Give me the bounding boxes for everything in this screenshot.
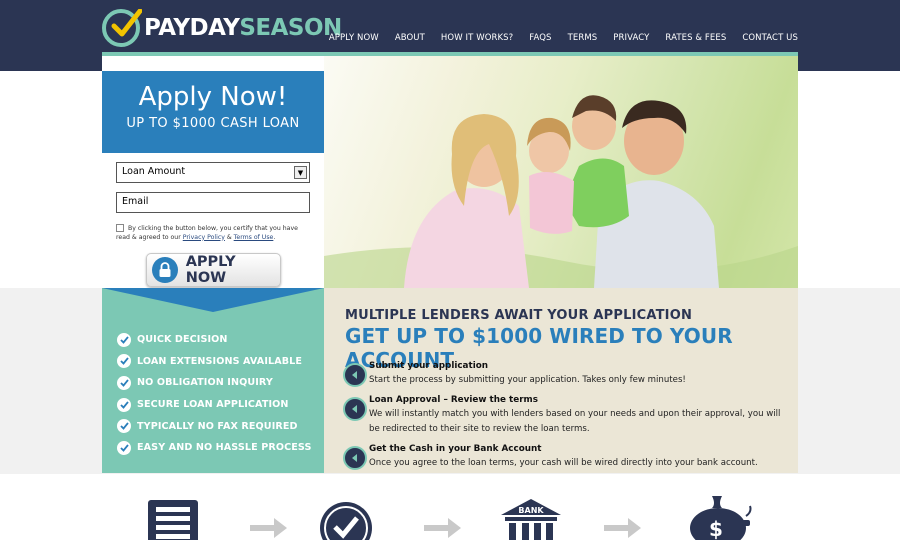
form-title: Apply Now! <box>138 82 288 112</box>
benefit-label: EASY AND NO HASSLE PROCESS <box>137 442 312 454</box>
check-icon <box>117 419 131 434</box>
process-icons: BANK $ <box>0 474 900 540</box>
benefit-label: QUICK DECISION <box>137 334 228 346</box>
bank-icon: BANK <box>500 498 562 540</box>
svg-text:$: $ <box>709 517 723 540</box>
nav-privacy[interactable]: PRIVACY <box>613 33 649 43</box>
benefit-label: LOAN EXTENSIONS AVAILABLE <box>137 355 303 367</box>
nav-terms[interactable]: TERMS <box>568 33 598 43</box>
main-nav: APPLY NOW ABOUT HOW IT WORKS? FAQS TERMS… <box>313 33 798 43</box>
benefit-label: NO OBLIGATION INQUIRY <box>137 377 273 389</box>
logo-check-icon <box>102 9 142 47</box>
checkmark-icon <box>318 500 374 540</box>
application-form: Apply Now! UP TO $1000 CASH LOAN Loan Am… <box>102 71 324 288</box>
consent-text: By clicking the button below, you certif… <box>116 224 312 242</box>
bank-label: BANK <box>518 506 544 515</box>
email-field[interactable]: Email <box>116 192 310 213</box>
arrow-right-icon <box>424 516 462 540</box>
apply-now-button[interactable]: APPLY NOW <box>146 253 281 287</box>
consent-checkbox[interactable] <box>116 224 124 232</box>
consent-period: . <box>273 233 276 241</box>
nav-apply-now[interactable]: APPLY NOW <box>329 33 379 43</box>
email-placeholder: Email <box>122 196 149 207</box>
consent-amp: & <box>226 233 232 241</box>
step-title: Get the Cash in your Bank Account <box>369 444 542 454</box>
arrow-left-icon <box>343 397 367 421</box>
benefit-label: SECURE LOAN APPLICATION <box>137 399 289 411</box>
benefit-item: NO OBLIGATION INQUIRY <box>117 372 311 394</box>
benefit-item: EASY AND NO HASSLE PROCESS <box>117 437 311 459</box>
nav-about[interactable]: ABOUT <box>395 33 425 43</box>
form-pointer <box>102 288 324 312</box>
benefit-item: TYPICALLY NO FAX REQUIRED <box>117 415 311 437</box>
logo[interactable]: PAYDAYSEASON <box>102 8 342 48</box>
check-icon <box>117 332 131 347</box>
step-description: Once you agree to the loan terms, your c… <box>369 458 758 468</box>
benefit-item: QUICK DECISION <box>117 329 311 351</box>
step-title: Loan Approval – Review the terms <box>369 395 538 405</box>
how-it-works-panel: MULTIPLE LENDERS AWAIT YOUR APPLICATION … <box>324 288 798 473</box>
nav-faqs[interactable]: FAQS <box>529 33 551 43</box>
form-subtitle: UP TO $1000 CASH LOAN <box>126 116 300 131</box>
benefits-list: QUICK DECISION LOAN EXTENSIONS AVAILABLE… <box>117 329 311 459</box>
arrow-right-icon <box>604 516 642 540</box>
apply-now-label: APPLY NOW <box>185 254 236 286</box>
benefit-label: TYPICALLY NO FAX REQUIRED <box>137 420 298 432</box>
form-header: Apply Now! UP TO $1000 CASH LOAN <box>102 71 324 153</box>
check-icon <box>117 440 131 455</box>
check-icon <box>117 375 131 390</box>
arrow-right-icon <box>250 516 288 540</box>
step-title: Submit your application <box>369 361 489 371</box>
benefits-panel: QUICK DECISION LOAN EXTENSIONS AVAILABLE… <box>102 288 324 473</box>
arrow-left-icon <box>343 446 367 470</box>
hero-family-photo <box>324 56 798 288</box>
nav-contact-us[interactable]: CONTACT US <box>742 33 798 43</box>
loan-amount-value: Loan Amount <box>122 166 186 177</box>
piggy-bank-icon: $ <box>688 494 754 540</box>
benefit-item: LOAN EXTENSIONS AVAILABLE <box>117 351 311 373</box>
lock-icon <box>152 257 178 283</box>
step-description: We will instantly match you with lenders… <box>369 409 781 434</box>
loan-amount-select[interactable]: Loan Amount ▼ <box>116 162 310 183</box>
lenders-heading: MULTIPLE LENDERS AWAIT YOUR APPLICATION <box>345 308 693 323</box>
form-icon <box>148 500 198 540</box>
check-icon <box>117 354 131 369</box>
chevron-down-icon: ▼ <box>294 166 307 179</box>
arrow-left-icon <box>343 363 367 387</box>
privacy-policy-link[interactable]: Privacy Policy <box>183 234 225 241</box>
check-icon <box>117 397 131 412</box>
nav-how-it-works[interactable]: HOW IT WORKS? <box>441 33 513 43</box>
step-description: Start the process by submitting your app… <box>369 375 686 385</box>
terms-of-use-link[interactable]: Terms of Use <box>234 234 274 241</box>
nav-rates-fees[interactable]: RATES & FEES <box>665 33 726 43</box>
benefit-item: SECURE LOAN APPLICATION <box>117 394 311 416</box>
